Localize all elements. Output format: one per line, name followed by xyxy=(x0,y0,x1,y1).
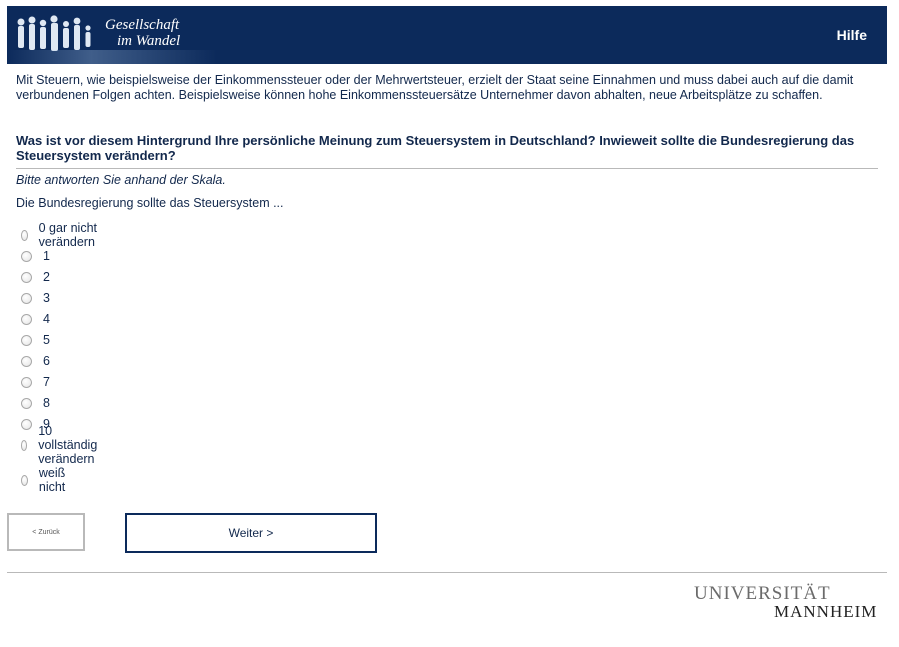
option-label: 10 vollständig verändern xyxy=(38,424,98,466)
option-6[interactable]: 6 xyxy=(18,351,50,371)
option-10[interactable]: 10 vollständig verändern xyxy=(18,424,102,466)
intro-text: Mit Steuern, wie beispielsweise der Eink… xyxy=(16,73,854,102)
footer-divider xyxy=(7,572,887,573)
radio-button[interactable] xyxy=(21,397,32,409)
option-label: 0 gar nicht verändern xyxy=(38,221,97,249)
radio-button[interactable] xyxy=(21,376,32,388)
radio-button[interactable] xyxy=(21,355,32,367)
radio-button[interactable] xyxy=(21,439,28,451)
radio-button[interactable] xyxy=(21,229,28,241)
option-label: 5 xyxy=(43,333,50,347)
next-button[interactable]: Weiter > xyxy=(125,513,377,553)
instruction-text: Bitte antworten Sie anhand der Skala. xyxy=(16,173,226,187)
radio-button[interactable] xyxy=(21,474,28,486)
option-dont-know[interactable]: weiß nicht xyxy=(18,466,69,494)
option-label: 1 xyxy=(43,249,50,263)
option-7[interactable]: 7 xyxy=(18,372,50,392)
radio-button[interactable] xyxy=(21,418,32,430)
question-stem: Die Bundesregierung sollte das Steuersys… xyxy=(16,196,284,210)
radio-button[interactable] xyxy=(21,334,32,346)
question-text: Was ist vor diesem Hintergrund Ihre pers… xyxy=(16,133,855,163)
option-label: 4 xyxy=(43,312,50,326)
option-label: weiß nicht xyxy=(38,466,66,494)
option-label: 3 xyxy=(43,291,50,305)
option-2[interactable]: 2 xyxy=(18,267,50,287)
help-link[interactable]: Hilfe xyxy=(837,27,867,43)
option-label: 7 xyxy=(43,375,50,389)
logo-line2: im Wandel xyxy=(117,33,181,49)
logo-band xyxy=(7,50,217,64)
radio-button[interactable] xyxy=(21,271,32,283)
radio-button[interactable] xyxy=(21,292,32,304)
option-0[interactable]: 0 gar nicht verändern xyxy=(18,221,99,249)
option-label: 8 xyxy=(43,396,50,410)
uni-logo-line1: UNIVERSITÄT xyxy=(694,583,831,604)
question-divider xyxy=(16,168,878,169)
option-1[interactable]: 1 xyxy=(18,246,50,266)
option-label: 2 xyxy=(43,270,50,284)
option-label: 6 xyxy=(43,354,50,368)
option-3[interactable]: 3 xyxy=(18,288,50,308)
radio-button[interactable] xyxy=(21,313,32,325)
option-4[interactable]: 4 xyxy=(18,309,50,329)
site-header: Gesellschaft im Wandel Hilfe xyxy=(7,6,887,64)
site-logo-text: Gesellschaft im Wandel xyxy=(105,17,180,49)
radio-button[interactable] xyxy=(21,250,32,262)
option-8[interactable]: 8 xyxy=(18,393,50,413)
uni-logo-line2: MANNHEIM xyxy=(774,602,878,621)
back-button[interactable]: < Zurück xyxy=(7,513,85,551)
university-logo: UNIVERSITÄT MANNHEIM xyxy=(694,583,878,621)
logo-line1: Gesellschaft xyxy=(105,17,180,33)
option-5[interactable]: 5 xyxy=(18,330,50,350)
